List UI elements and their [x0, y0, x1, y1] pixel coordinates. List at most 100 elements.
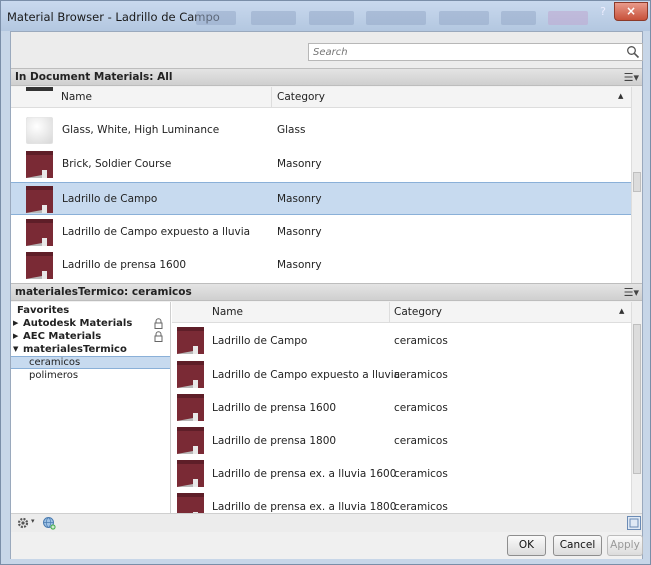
close-button[interactable]: ×	[614, 2, 648, 21]
material-category: Masonry	[277, 158, 322, 170]
material-name: Ladrillo de prensa 1600	[62, 259, 187, 271]
tree-item-polimeros[interactable]: polimeros	[11, 369, 170, 382]
brick-swatch	[177, 361, 204, 388]
column-name-header[interactable]: Name	[61, 91, 92, 103]
blurred-background-tab	[366, 11, 426, 25]
search-box[interactable]	[308, 43, 643, 61]
library-material-row[interactable]: Ladrillo de Campo expuesto a lluvia cera…	[172, 358, 642, 391]
dialog-footer: OK Cancel Apply	[11, 532, 643, 559]
material-name: Glass, White, High Luminance	[62, 124, 220, 136]
list-view-icon[interactable]: ☰▾	[624, 71, 639, 84]
material-row[interactable]: Ladrillo de prensa 1600 Masonry	[11, 249, 631, 282]
column-divider[interactable]	[271, 87, 272, 108]
tree-item-label: ceramicos	[29, 357, 81, 368]
brick-swatch	[177, 460, 204, 487]
library-title: materialesTermico: ceramicos	[15, 286, 192, 298]
document-materials-header[interactable]: In Document Materials: All ☰▾	[11, 68, 642, 86]
blurred-background-tab	[309, 11, 354, 25]
document-list-scrollbar[interactable]	[631, 87, 642, 283]
material-row[interactable]: Glass, White, High Luminance Glass	[11, 114, 631, 147]
lock-icon	[154, 318, 163, 329]
tree-item-label: Autodesk Materials	[23, 318, 133, 329]
column-divider[interactable]	[389, 302, 390, 323]
library-materials-list: Name Category ▲ Ladrillo de Campo cerami…	[172, 302, 642, 513]
material-category: Glass	[277, 124, 306, 136]
white-glass-swatch	[26, 117, 53, 144]
tree-item-ceramicos[interactable]: ceramicos	[11, 356, 170, 369]
ok-button[interactable]: OK	[507, 535, 546, 556]
search-row	[11, 32, 643, 68]
magnifier-icon[interactable]	[626, 45, 640, 59]
material-name: Brick, Soldier Course	[62, 158, 172, 170]
sort-ascending-icon[interactable]: ▲	[619, 307, 624, 315]
tree-item-materialestermico[interactable]: ▼ materialesTermico	[11, 343, 170, 356]
brick-swatch	[177, 427, 204, 454]
list-view-icon[interactable]: ☰▾	[624, 286, 639, 299]
blurred-background-tab	[251, 11, 296, 25]
panel-toggle-icon[interactable]	[627, 516, 641, 530]
tree-item-label: materialesTermico	[23, 344, 127, 355]
tree-item-aec-materials[interactable]: ▶ AEC Materials	[11, 330, 170, 343]
gear-icon[interactable]	[17, 517, 29, 529]
brick-swatch	[26, 219, 53, 246]
library-list-scrollbar[interactable]	[631, 302, 642, 513]
material-name: Ladrillo de Campo	[62, 193, 158, 205]
brick-swatch	[177, 394, 204, 421]
blurred-background-tab	[501, 11, 536, 25]
globe-add-icon[interactable]	[42, 516, 56, 530]
expand-arrow-icon[interactable]: ▶	[13, 317, 18, 330]
help-button[interactable]: ?	[592, 3, 614, 21]
material-name: Ladrillo de prensa 1800	[212, 435, 337, 447]
material-name: Ladrillo de Campo expuesto a lluvia	[62, 226, 251, 238]
tree-item-favorites[interactable]: Favorites	[11, 304, 170, 317]
material-row-selected[interactable]: Ladrillo de Campo Masonry	[11, 182, 631, 215]
tree-item-label: Favorites	[17, 305, 70, 316]
document-materials-column-header: Name Category ▲	[11, 87, 631, 108]
material-category: ceramicos	[394, 501, 448, 513]
material-category: ceramicos	[394, 435, 448, 447]
tree-item-autodesk-materials[interactable]: ▶ Autodesk Materials	[11, 317, 170, 330]
document-materials-title: In Document Materials: All	[15, 71, 173, 83]
material-category: Masonry	[277, 193, 322, 205]
lock-icon	[154, 331, 163, 342]
window-title: Material Browser - Ladrillo de Campo	[7, 10, 220, 24]
material-name: Ladrillo de prensa 1600	[212, 402, 337, 414]
material-name: Ladrillo de prensa ex. a lluvia 1600	[212, 468, 397, 480]
column-category-header[interactable]: Category	[394, 306, 442, 318]
material-category: ceramicos	[394, 369, 448, 381]
library-material-row[interactable]: Ladrillo de prensa 1800 ceramicos	[172, 424, 642, 457]
collapse-arrow-icon[interactable]: ▼	[13, 343, 18, 356]
brick-swatch	[177, 493, 204, 513]
library-material-row[interactable]: Ladrillo de prensa ex. a lluvia 1800 cer…	[172, 490, 642, 513]
library-material-row[interactable]: Ladrillo de Campo ceramicos	[172, 324, 642, 357]
library-tree: Favorites ▶ Autodesk Materials ▶ AEC Mat…	[11, 302, 171, 513]
material-row[interactable]: Ladrillo de Campo expuesto a lluvia Maso…	[11, 216, 631, 249]
brick-swatch	[26, 252, 53, 279]
material-category: ceramicos	[394, 402, 448, 414]
dropdown-arrow-icon[interactable]: ▾	[31, 517, 35, 525]
expand-arrow-icon[interactable]: ▶	[13, 330, 18, 343]
library-column-header: Name Category ▲	[172, 302, 632, 323]
material-row[interactable]: Brick, Soldier Course Masonry	[11, 148, 631, 181]
column-category-header[interactable]: Category	[277, 91, 325, 103]
library-material-row[interactable]: Ladrillo de prensa ex. a lluvia 1600 cer…	[172, 457, 642, 490]
scrollbar-thumb[interactable]	[633, 324, 641, 474]
library-toolbar: ▾	[11, 513, 642, 532]
brick-swatch	[26, 186, 53, 213]
material-category: ceramicos	[394, 468, 448, 480]
apply-button[interactable]: Apply	[607, 535, 643, 556]
brick-swatch	[26, 151, 53, 178]
search-input[interactable]	[309, 44, 609, 60]
dialog-client-area: In Document Materials: All ☰▾ Name Categ…	[10, 31, 643, 559]
tree-item-label: polimeros	[29, 370, 79, 381]
scrollbar-thumb[interactable]	[633, 172, 641, 192]
title-bar[interactable]: Material Browser - Ladrillo de Campo ? ×	[1, 1, 650, 31]
material-category: ceramicos	[394, 335, 448, 347]
library-header[interactable]: materialesTermico: ceramicos ☰▾	[11, 283, 642, 301]
sort-ascending-icon[interactable]: ▲	[618, 92, 623, 100]
column-name-header[interactable]: Name	[212, 306, 243, 318]
material-name: Ladrillo de Campo expuesto a lluvia	[212, 369, 401, 381]
cancel-button[interactable]: Cancel	[553, 535, 602, 556]
library-material-row[interactable]: Ladrillo de prensa 1600 ceramicos	[172, 391, 642, 424]
material-category: Masonry	[277, 259, 322, 271]
